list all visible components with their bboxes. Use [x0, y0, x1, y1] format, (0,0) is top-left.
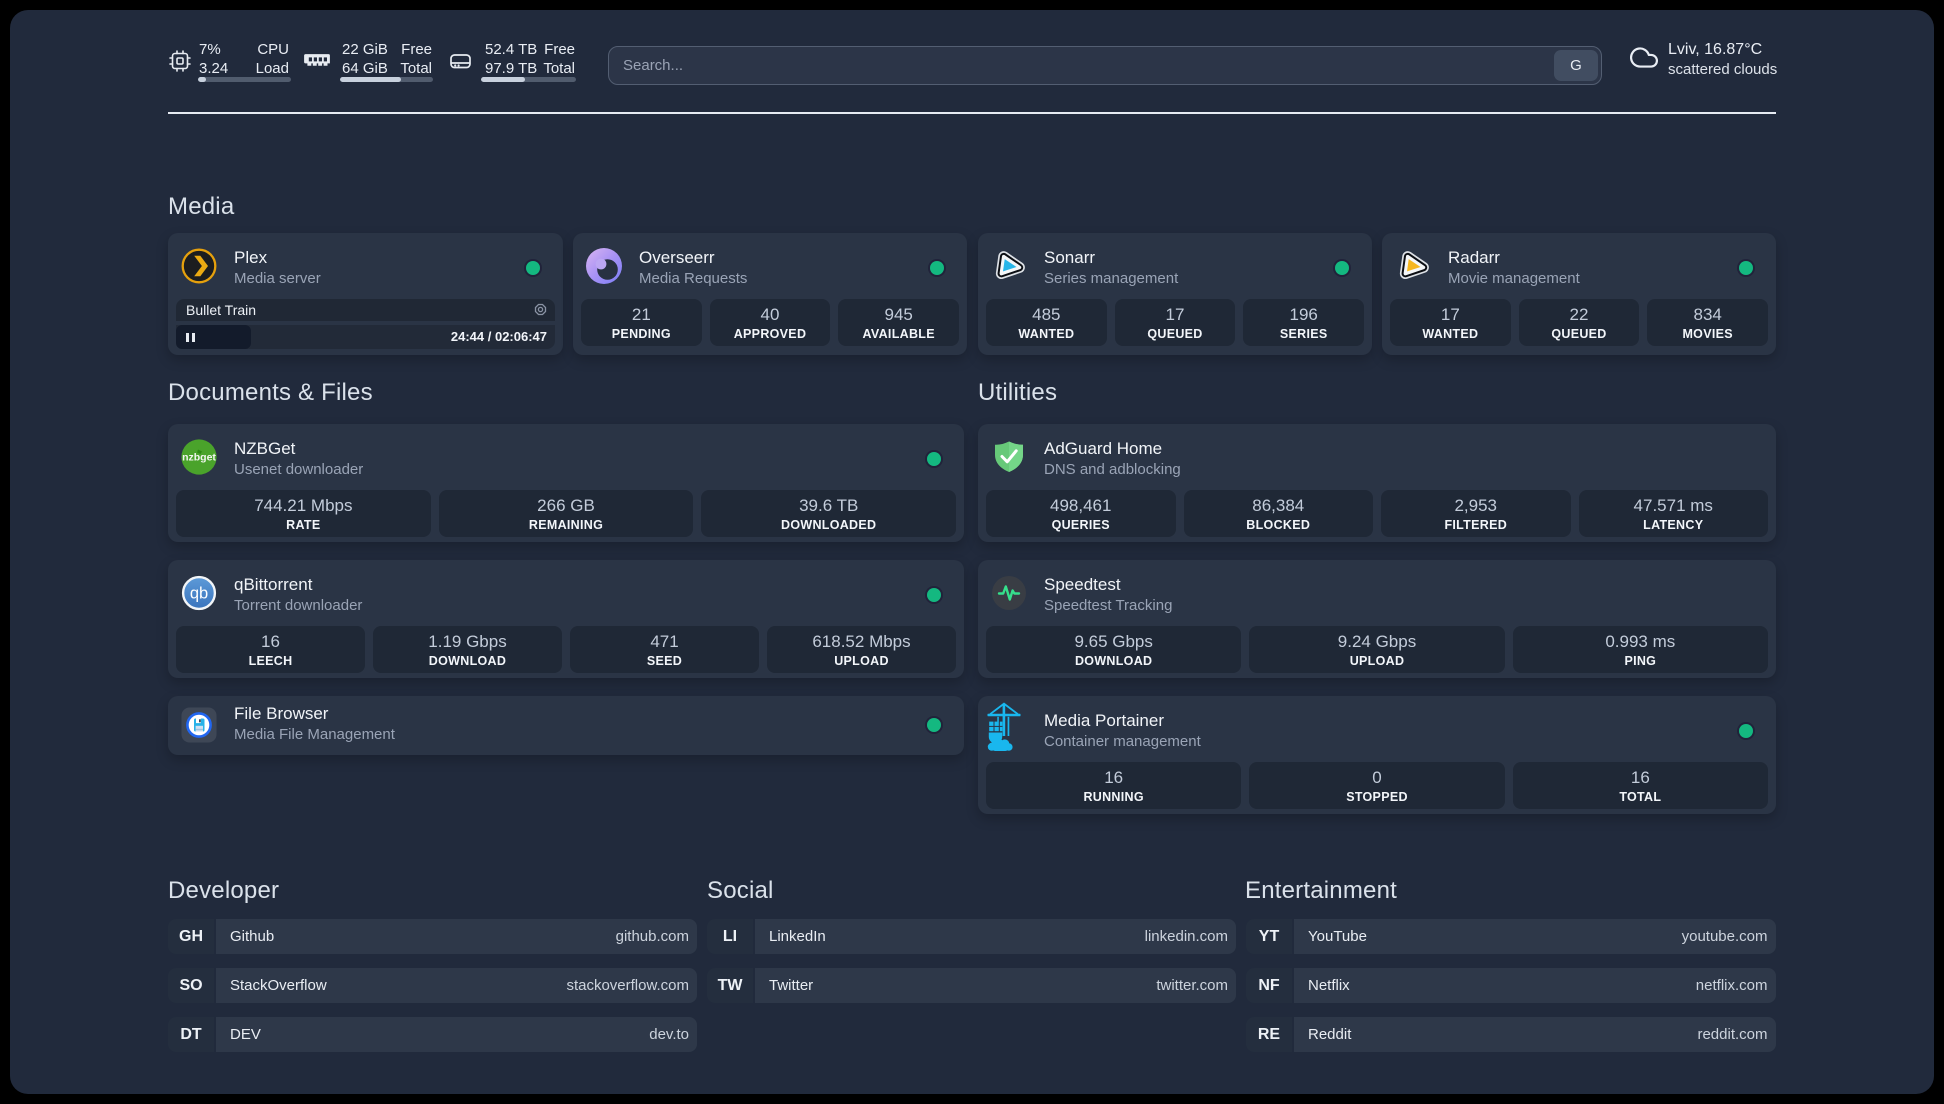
svg-text:qb: qb: [190, 585, 208, 603]
svg-text:nzbget: nzbget: [182, 452, 216, 464]
